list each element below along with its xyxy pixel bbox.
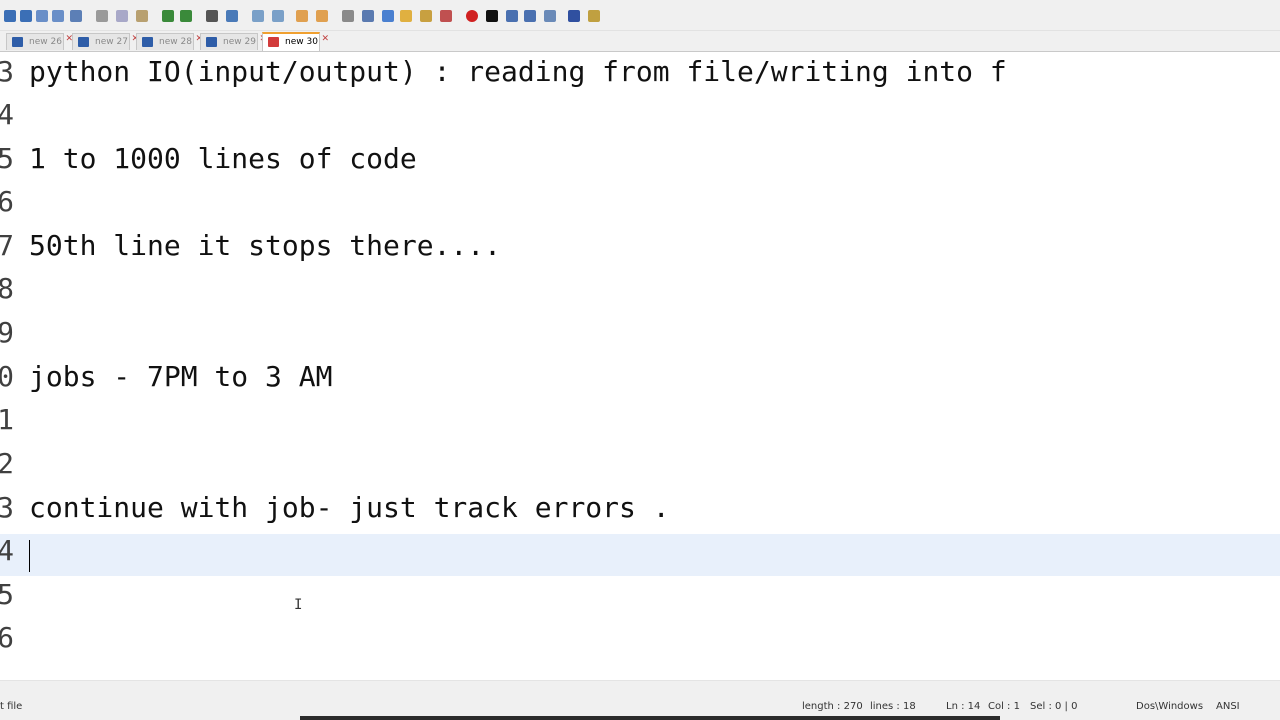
line-number: 2 [0, 447, 14, 480]
file-icon [142, 37, 153, 47]
line-number: 1 [0, 403, 14, 436]
code-line[interactable]: jobs - 7PM to 3 AM [29, 360, 332, 393]
column-position: Col : 1 [988, 701, 1020, 712]
line-number: 5 [0, 142, 14, 175]
code-line[interactable]: continue with job- just track errors . [29, 491, 670, 524]
line-number: 5 [0, 578, 14, 611]
sync-horizontal-icon[interactable] [316, 10, 328, 22]
line-number: 4 [0, 98, 14, 131]
stop-macro-icon[interactable] [486, 10, 498, 22]
save-all-icon[interactable] [52, 10, 64, 22]
text-caret [29, 540, 30, 572]
play-macro-icon[interactable] [506, 10, 518, 22]
file-icon [206, 37, 217, 47]
length-info: length : 270 [802, 701, 863, 712]
undo-icon[interactable] [162, 10, 174, 22]
redo-icon[interactable] [180, 10, 192, 22]
taskbar-strip [300, 716, 1000, 720]
tab-label: new 30 [285, 37, 318, 47]
open-file-icon[interactable] [20, 10, 32, 22]
paste-icon[interactable] [136, 10, 148, 22]
print-icon[interactable] [70, 10, 82, 22]
tab-bar: new 26 ✕ new 27 ✕ new 28 ✕ new 29 ✕ new … [0, 31, 1280, 52]
save-icon[interactable] [36, 10, 48, 22]
tab-new-29[interactable]: new 29 ✕ [200, 33, 267, 50]
line-number: 7 [0, 229, 14, 262]
line-number: 9 [0, 316, 14, 349]
doc-map-icon[interactable] [420, 10, 432, 22]
selection-info: Sel : 0 | 0 [1030, 701, 1078, 712]
file-icon [78, 37, 89, 47]
line-number: 6 [0, 621, 14, 654]
file-type-label: t file [0, 701, 23, 712]
line-number: 6 [0, 185, 14, 218]
function-list-icon[interactable] [440, 10, 452, 22]
indent-guide-icon[interactable] [382, 10, 394, 22]
eol-format[interactable]: Dos\Windows [1136, 701, 1203, 712]
line-number: 8 [0, 272, 14, 305]
line-position: Ln : 14 [946, 701, 981, 712]
horizontal-scrollbar[interactable] [0, 680, 1280, 695]
file-icon [12, 37, 23, 47]
record-macro-icon[interactable] [466, 10, 478, 22]
code-line[interactable]: python IO(input/output) : reading from f… [29, 55, 1007, 88]
current-line-highlight [0, 534, 1280, 576]
tab-new-28[interactable]: new 28 ✕ [136, 33, 203, 50]
tab-new-30[interactable]: new 30 ✕ [262, 32, 329, 51]
lines-info: lines : 18 [870, 701, 916, 712]
copy-icon[interactable] [116, 10, 128, 22]
new-file-icon[interactable] [4, 10, 16, 22]
show-all-chars-icon[interactable] [362, 10, 374, 22]
sync-vertical-icon[interactable] [296, 10, 308, 22]
folder-icon[interactable] [400, 10, 412, 22]
line-number: 3 [0, 491, 14, 524]
line-number: 3 [0, 55, 14, 88]
replace-icon[interactable] [226, 10, 238, 22]
word-wrap-icon[interactable] [342, 10, 354, 22]
code-line[interactable]: 50th line it stops there.... [29, 229, 501, 262]
find-icon[interactable] [206, 10, 218, 22]
toolbar [0, 4, 1280, 31]
line-number: 0 [0, 360, 14, 393]
tab-label: new 26 [29, 37, 62, 47]
line-number: 4 [0, 534, 14, 567]
ibeam-cursor-icon: I [294, 597, 303, 613]
unsaved-file-icon [268, 37, 279, 47]
cut-icon[interactable] [96, 10, 108, 22]
save-macro-icon[interactable] [544, 10, 556, 22]
spellcheck-icon[interactable] [568, 10, 580, 22]
zoom-out-icon[interactable] [272, 10, 284, 22]
zoom-in-icon[interactable] [252, 10, 264, 22]
code-line[interactable]: 1 to 1000 lines of code [29, 142, 417, 175]
tab-new-27[interactable]: new 27 ✕ [72, 33, 139, 50]
close-icon[interactable]: ✕ [321, 34, 329, 44]
tab-new-26[interactable]: new 26 ✕ [6, 33, 73, 50]
tab-label: new 27 [95, 37, 128, 47]
tab-label: new 29 [223, 37, 256, 47]
encoding-label[interactable]: ANSI [1216, 701, 1240, 712]
editor-area[interactable]: 3 python IO(input/output) : reading from… [0, 52, 1280, 680]
tab-label: new 28 [159, 37, 192, 47]
plugin-icon[interactable] [588, 10, 600, 22]
run-macro-multiple-icon[interactable] [524, 10, 536, 22]
